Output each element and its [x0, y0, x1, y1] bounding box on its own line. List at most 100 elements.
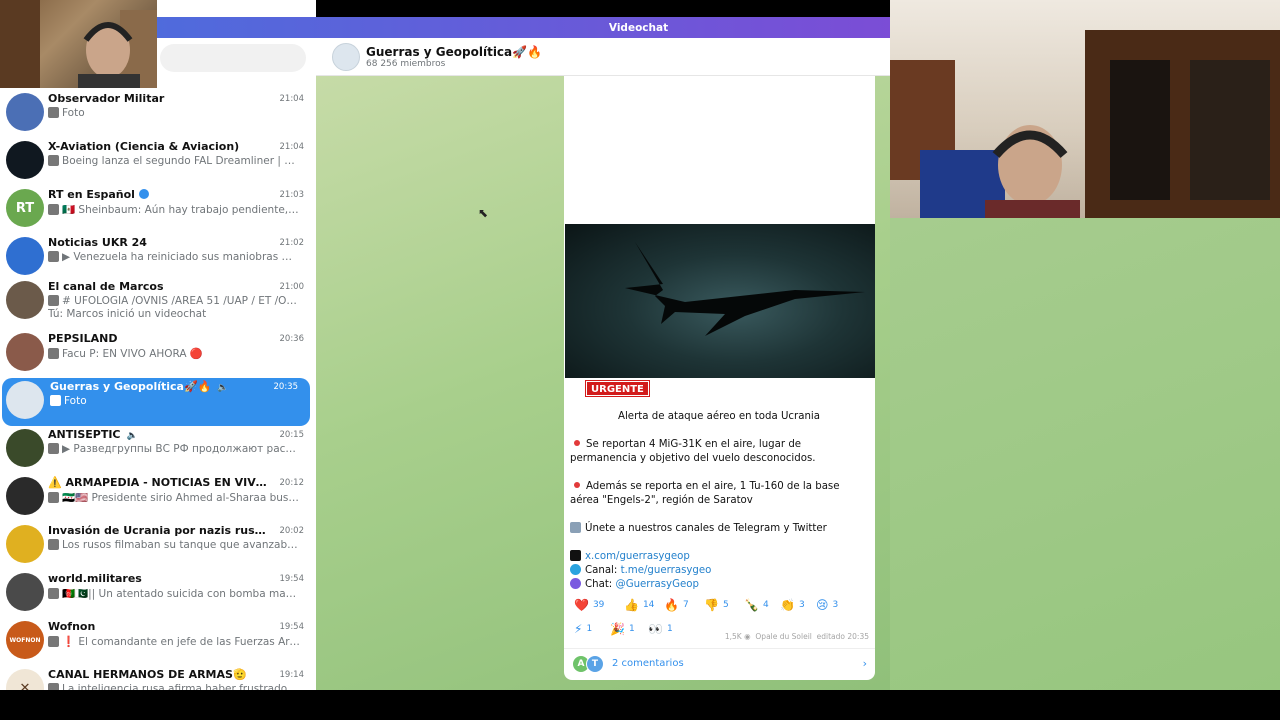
chat-list-item[interactable]: Invasión de Ucrania por nazis rusos 🇺🇦 🆘… — [0, 522, 316, 570]
message-line-1-text: Se reportan 4 MiG-31K en el aire, lugar … — [570, 439, 816, 464]
media-thumbnail-icon — [48, 636, 59, 647]
chat-preview-text: Facu P: EN VIVO AHORA 🔴 — [62, 348, 203, 360]
comments-button[interactable]: A T 2 comentarios › — [564, 648, 875, 678]
message-photo[interactable] — [565, 224, 875, 378]
channel-title: Guerras y Geopolítica🚀🔥 — [366, 45, 543, 59]
chat-time: 20:36 — [279, 334, 305, 344]
speaker-muted-icon: 🔈 — [217, 383, 229, 393]
chat-title: world.militares — [48, 572, 268, 585]
chat-avatar: RT — [6, 189, 44, 227]
reaction-chip[interactable]: 👎 5 — [704, 596, 729, 614]
media-thumbnail-icon — [48, 492, 59, 503]
chat-label: Chat: — [585, 579, 613, 590]
message-line-2: Además se reporta en el aire, 1 Tu-160 d… — [570, 480, 868, 508]
reaction-emoji-icon: 😢 — [816, 598, 829, 612]
videochat-label: Videochat — [608, 21, 669, 34]
eye-icon: ◉ — [744, 632, 751, 641]
chat-avatar — [6, 573, 44, 611]
speaker-muted-icon: 🔈 — [126, 431, 138, 441]
red-circle-icon — [574, 482, 580, 488]
chat-title: Invasión de Ucrania por nazis rusos 🇺🇦 🆘… — [48, 524, 268, 537]
chat-preview: 🇸🇾🇺🇸 Presidente sirio Ahmed al-Sharaa bu… — [48, 491, 300, 504]
sidebar-topbar — [158, 0, 316, 18]
chat-preview: La inteligencia rusa afirma haber frustr… — [48, 683, 300, 690]
chat-list-item[interactable]: ANTISEPTIC 🔈 20:15 ▶ Разведгруппы ВС РФ про… — [0, 426, 316, 474]
chat-title: Observador Militar — [48, 92, 268, 105]
media-thumbnail-icon — [48, 683, 59, 690]
reaction-chip[interactable]: 👏 3 — [780, 596, 805, 614]
reaction-chip[interactable]: 🍾 4 — [744, 596, 769, 614]
chat-avatar — [6, 381, 44, 419]
media-thumbnail-icon — [48, 107, 59, 118]
chat-title: El canal de Marcos — [48, 280, 268, 293]
chat-title-text: Wofnon — [48, 620, 96, 633]
reaction-chip[interactable]: ❤️ 39 — [574, 596, 604, 614]
chat-list-item[interactable]: WOFNON Wofnon 19:54 ❗ El comandante en jefe… — [0, 618, 316, 666]
message-line-1: Se reportan 4 MiG-31K en el aire, lugar … — [570, 438, 868, 466]
chat-time: 20:15 — [279, 430, 305, 440]
x-link[interactable]: x.com/guerrasygeop — [585, 551, 690, 562]
reaction-emoji-icon: 👍 — [624, 598, 639, 612]
verified-badge-icon — [138, 189, 149, 199]
megaphone-icon — [570, 522, 581, 533]
media-thumbnail-icon — [48, 588, 59, 599]
message-bubble[interactable]: URGENTE Alerta de ataque aéreo en toda U… — [564, 76, 875, 680]
reaction-count: 7 — [682, 600, 689, 610]
chat-list-item[interactable]: RT RT en Español 21:03 🇲🇽 Sheinbaum: Aún ha… — [0, 186, 316, 234]
chat-list-item[interactable]: El canal de Marcos 21:00 # UFOLOGIA /OVNIS… — [0, 278, 316, 326]
chat-preview-secondary: Tú: Marcos inició un videochat — [48, 308, 207, 320]
webcam-feed-small — [0, 0, 157, 88]
chat-list-item[interactable]: ⚠️ ARMAPEDIA - NOTICIAS EN VIVO - SIN CE… — [0, 474, 316, 522]
reaction-count: 14 — [642, 600, 655, 610]
chat-preview-text: # UFOLOGIA /OVNIS /AREA 51 /UAP / ET /OS… — [62, 295, 300, 307]
chat-title-text: ANTISEPTIC — [48, 428, 121, 441]
chat-title-text: PEPSILAND — [48, 332, 118, 345]
search-input[interactable] — [160, 44, 306, 72]
chat-avatar: ✕ — [6, 669, 44, 690]
chat-preview: Facu P: EN VIVO AHORA 🔴 — [48, 347, 300, 360]
reaction-chip[interactable]: 🔥 7 — [664, 596, 689, 614]
chat-avatar — [6, 93, 44, 131]
chat-preview-text: Los rusos filmaban su tanque que avanzab… — [62, 539, 300, 551]
chat-preview-text: 🇦🇫🇵🇰|| Un atentado suicida con bomba mat… — [62, 588, 300, 600]
reaction-chip[interactable]: 👍 14 — [624, 596, 654, 614]
chat-preview: # UFOLOGIA /OVNIS /AREA 51 /UAP / ET /OS… — [48, 295, 300, 307]
chat-list-item[interactable]: Noticias UKR 24 21:02 ▶ Venezuela ha reini… — [0, 234, 316, 282]
chat-preview: ▶ Разведгруппы ВС РФ продолжают расшир..… — [48, 443, 300, 455]
chat-list-item[interactable]: ✕ CANAL HERMANOS DE ARMAS🫡 19:14 La intelig… — [0, 666, 316, 690]
chat-title-text: X-Aviation (Ciencia & Aviacion) — [48, 140, 240, 153]
reaction-emoji-icon: 👀 — [648, 622, 663, 636]
red-circle-icon — [574, 440, 580, 446]
media-thumbnail-icon — [48, 251, 59, 262]
chat-preview-text: Foto — [64, 395, 87, 407]
canal-link[interactable]: t.me/guerrasygeo — [621, 565, 712, 576]
chat-list-sidebar: Observador Militar 21:04 Foto X-Aviation (C… — [0, 0, 316, 690]
chat-list-item[interactable]: PEPSILAND 20:36 Facu P: EN VIVO AHORA 🔴 — [0, 330, 316, 378]
canal-row: Canal: t.me/guerrasygeo — [570, 564, 868, 578]
edited-time: editado 20:35 — [816, 632, 869, 641]
chat-title-text: Guerras y Geopolítica🚀🔥 — [50, 380, 212, 393]
videochat-banner[interactable]: Videochat — [157, 17, 890, 38]
chat-list-item[interactable]: X-Aviation (Ciencia & Aviacion) 21:04 Boei… — [0, 138, 316, 186]
telegram-icon — [570, 564, 581, 575]
channel-avatar[interactable] — [332, 43, 360, 71]
bomber-silhouette-image — [625, 242, 865, 336]
chat-header[interactable]: Guerras y Geopolítica🚀🔥 68 256 miembros — [316, 38, 890, 76]
reaction-chip[interactable]: 👀 1 — [648, 620, 673, 638]
media-thumbnail-icon — [48, 443, 59, 454]
chat-title: PEPSILAND — [48, 332, 268, 345]
chat-list-item[interactable]: Guerras y Geopolítica🚀🔥 🔈 20:35 Foto — [2, 378, 310, 426]
reaction-chip[interactable]: ⚡ 1 — [574, 620, 592, 638]
chat-link[interactable]: @GuerrasyGeop — [616, 579, 699, 590]
reaction-emoji-icon: 🎉 — [610, 622, 625, 636]
reaction-emoji-icon: 👎 — [704, 598, 719, 612]
chat-title: Noticias UKR 24 — [48, 236, 268, 249]
chat-list-item[interactable]: world.militares 19:54 🇦🇫🇵🇰|| Un atentado s… — [0, 570, 316, 618]
reaction-chip[interactable]: 🎉 1 — [610, 620, 635, 638]
x-logo-icon — [570, 550, 581, 561]
chat-preview-text: ❗ El comandante en jefe de las Fuerzas A… — [62, 636, 300, 648]
reaction-chip[interactable]: 😢 3 — [816, 596, 838, 614]
chat-list-item[interactable]: Observador Militar 21:04 Foto — [0, 90, 316, 138]
reaction-emoji-icon: 👏 — [780, 598, 795, 612]
chat-title-text: world.militares — [48, 572, 142, 585]
